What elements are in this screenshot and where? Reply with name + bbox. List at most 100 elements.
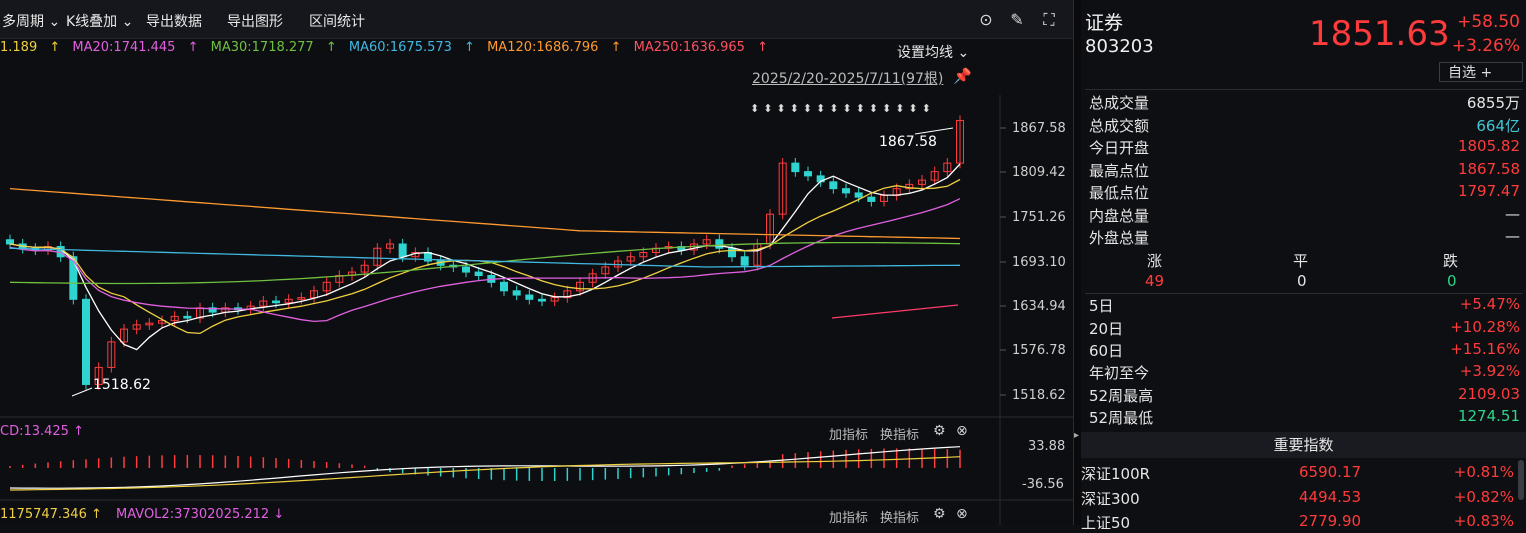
- signal-arrow-icon: ⬍: [922, 102, 931, 115]
- stat-value: —: [1505, 227, 1520, 245]
- macd-dea-line: [9, 456, 961, 491]
- flat-count: 0: [1297, 272, 1307, 290]
- ma60-line: [9, 247, 961, 268]
- index-pct: +0.83%: [1453, 512, 1514, 530]
- macd-axis-bottom: -36.56: [1022, 477, 1064, 492]
- last-price: 1851.63: [1309, 14, 1450, 54]
- candle-body: [791, 162, 800, 173]
- signal-arrow-icon: ⬍: [895, 102, 904, 115]
- stat-label: 总成交额: [1089, 117, 1150, 135]
- signal-arrow-icon: ⬍: [790, 102, 799, 115]
- vol-switch-indicator[interactable]: 换指标: [880, 507, 919, 526]
- candle-body: [474, 271, 483, 276]
- candle-body: [82, 298, 90, 385]
- candle-body: [538, 298, 546, 302]
- price-tick: 1576.78: [1012, 343, 1066, 358]
- macd-label: CD:13.425 ↑: [0, 424, 84, 439]
- indices-header: 重要指数: [1081, 432, 1526, 458]
- signal-arrow-icon: ⬍: [829, 102, 838, 115]
- ma30-line: [9, 241, 961, 285]
- down-label: 跌: [1443, 252, 1459, 270]
- signal-arrow-icon: ⬍: [842, 102, 851, 115]
- security-code: 803203: [1085, 36, 1154, 57]
- index-name: 深证300: [1081, 490, 1140, 508]
- index-name: 上证50: [1081, 514, 1131, 532]
- ma5-line: [9, 163, 961, 351]
- macd-axis-top: 33.88: [1028, 439, 1066, 454]
- index-pct: +0.81%: [1453, 463, 1514, 481]
- candle-body: [69, 256, 78, 300]
- gear-icon[interactable]: ⚙: [933, 506, 946, 522]
- kline-chart[interactable]: ⬍ ⬍ ⬍ ⬍ ⬍ ⬍ ⬍ ⬍ ⬍ ⬍ ⬍ ⬍ ⬍ ⬍: [0, 0, 1073, 525]
- perf-value: +3.92%: [1459, 362, 1520, 380]
- candle-body: [854, 192, 863, 198]
- security-name: 证券: [1085, 12, 1124, 34]
- stat-label: 外盘总量: [1089, 229, 1150, 247]
- down-count: 0: [1447, 272, 1457, 290]
- scrollbar[interactable]: [1518, 460, 1524, 500]
- vol-add-indicator[interactable]: 加指标: [829, 507, 868, 526]
- macd-switch-indicator[interactable]: 换指标: [880, 424, 919, 443]
- chart-panel: 多周期 ⌄ K线叠加 ⌄ 导出数据 导出图形 区间统计 ⊙ ✎ ⛶ 1.189 …: [0, 0, 1073, 526]
- up-label: 涨: [1147, 252, 1163, 270]
- signal-arrow-icon: ⬍: [908, 102, 917, 115]
- signal-arrow-icon: ⬍: [856, 102, 865, 115]
- macd-add-indicator[interactable]: 加指标: [829, 424, 868, 443]
- candle-body: [462, 266, 470, 273]
- stat-value: 1805.82: [1457, 137, 1520, 155]
- price-tick: 1634.94: [1012, 299, 1066, 314]
- price-tick: 1751.26: [1012, 210, 1066, 225]
- close-icon[interactable]: ⊗: [956, 506, 968, 522]
- low-annotation: 1518.62: [93, 377, 151, 393]
- perf-value: 2109.03: [1457, 385, 1520, 403]
- signal-arrow-icon: ⬍: [816, 102, 825, 115]
- flat-label: 平: [1293, 252, 1309, 270]
- candle-body: [398, 243, 407, 258]
- stat-value: 1797.47: [1457, 182, 1520, 200]
- candle-body: [728, 247, 736, 258]
- stat-label: 今日开盘: [1089, 139, 1150, 157]
- index-value: 2779.90: [1299, 512, 1362, 530]
- candle-body: [740, 256, 749, 266]
- candle-body: [525, 294, 534, 300]
- ma10-line: [9, 178, 961, 335]
- perf-label: 年初至今: [1089, 364, 1150, 382]
- low-annotation-arrow: [71, 387, 93, 397]
- index-value: 4494.53: [1299, 488, 1362, 506]
- stat-value: 664亿: [1476, 117, 1520, 135]
- candle-body: [842, 188, 850, 194]
- stat-label: 总成交量: [1089, 94, 1150, 112]
- gear-icon[interactable]: ⚙: [933, 423, 946, 439]
- signal-arrow-icon: ⬍: [869, 102, 878, 115]
- quote-panel: 证券 803203 1851.63 +58.50 +3.26% 自选 + 总成交…: [1081, 0, 1526, 532]
- perf-label: 5日: [1089, 297, 1114, 315]
- candle-body: [500, 281, 508, 292]
- perf-label: 52周最高: [1089, 387, 1154, 405]
- perf-label: 52周最低: [1089, 409, 1154, 427]
- candle-body: [804, 171, 812, 177]
- signal-arrow-icon: ⬍: [803, 102, 812, 115]
- candle-body: [6, 239, 14, 245]
- signal-arrow-icon: ⬍: [776, 102, 785, 115]
- perf-value: +10.28%: [1450, 318, 1520, 336]
- up-count: 49: [1145, 272, 1165, 290]
- candle-body: [867, 196, 876, 202]
- collapse-arrow-icon[interactable]: ▸: [1074, 430, 1079, 441]
- price-tick: 1809.42: [1012, 165, 1066, 180]
- price-tick: 1867.58: [1012, 121, 1066, 136]
- vol-label1: 1175747.346 ↑: [0, 507, 102, 522]
- price-tick: 1693.10: [1012, 255, 1066, 270]
- candle-body: [183, 315, 192, 319]
- macd-dif-line: [9, 446, 961, 489]
- vol-label2: MAVOL2:37302025.212 ↓: [116, 507, 285, 522]
- price-change: +58.50: [1457, 12, 1520, 32]
- perf-value: +5.47%: [1459, 295, 1520, 313]
- close-icon[interactable]: ⊗: [956, 423, 968, 439]
- perf-value: 1274.51: [1457, 407, 1520, 425]
- signal-arrow-icon: ⬍: [750, 102, 759, 115]
- ma120-line: [9, 187, 961, 240]
- stat-label: 内盘总量: [1089, 207, 1150, 225]
- high-annotation: 1867.58: [879, 134, 937, 150]
- ma250-line: [831, 304, 959, 319]
- add-watchlist-button[interactable]: 自选 +: [1439, 62, 1523, 82]
